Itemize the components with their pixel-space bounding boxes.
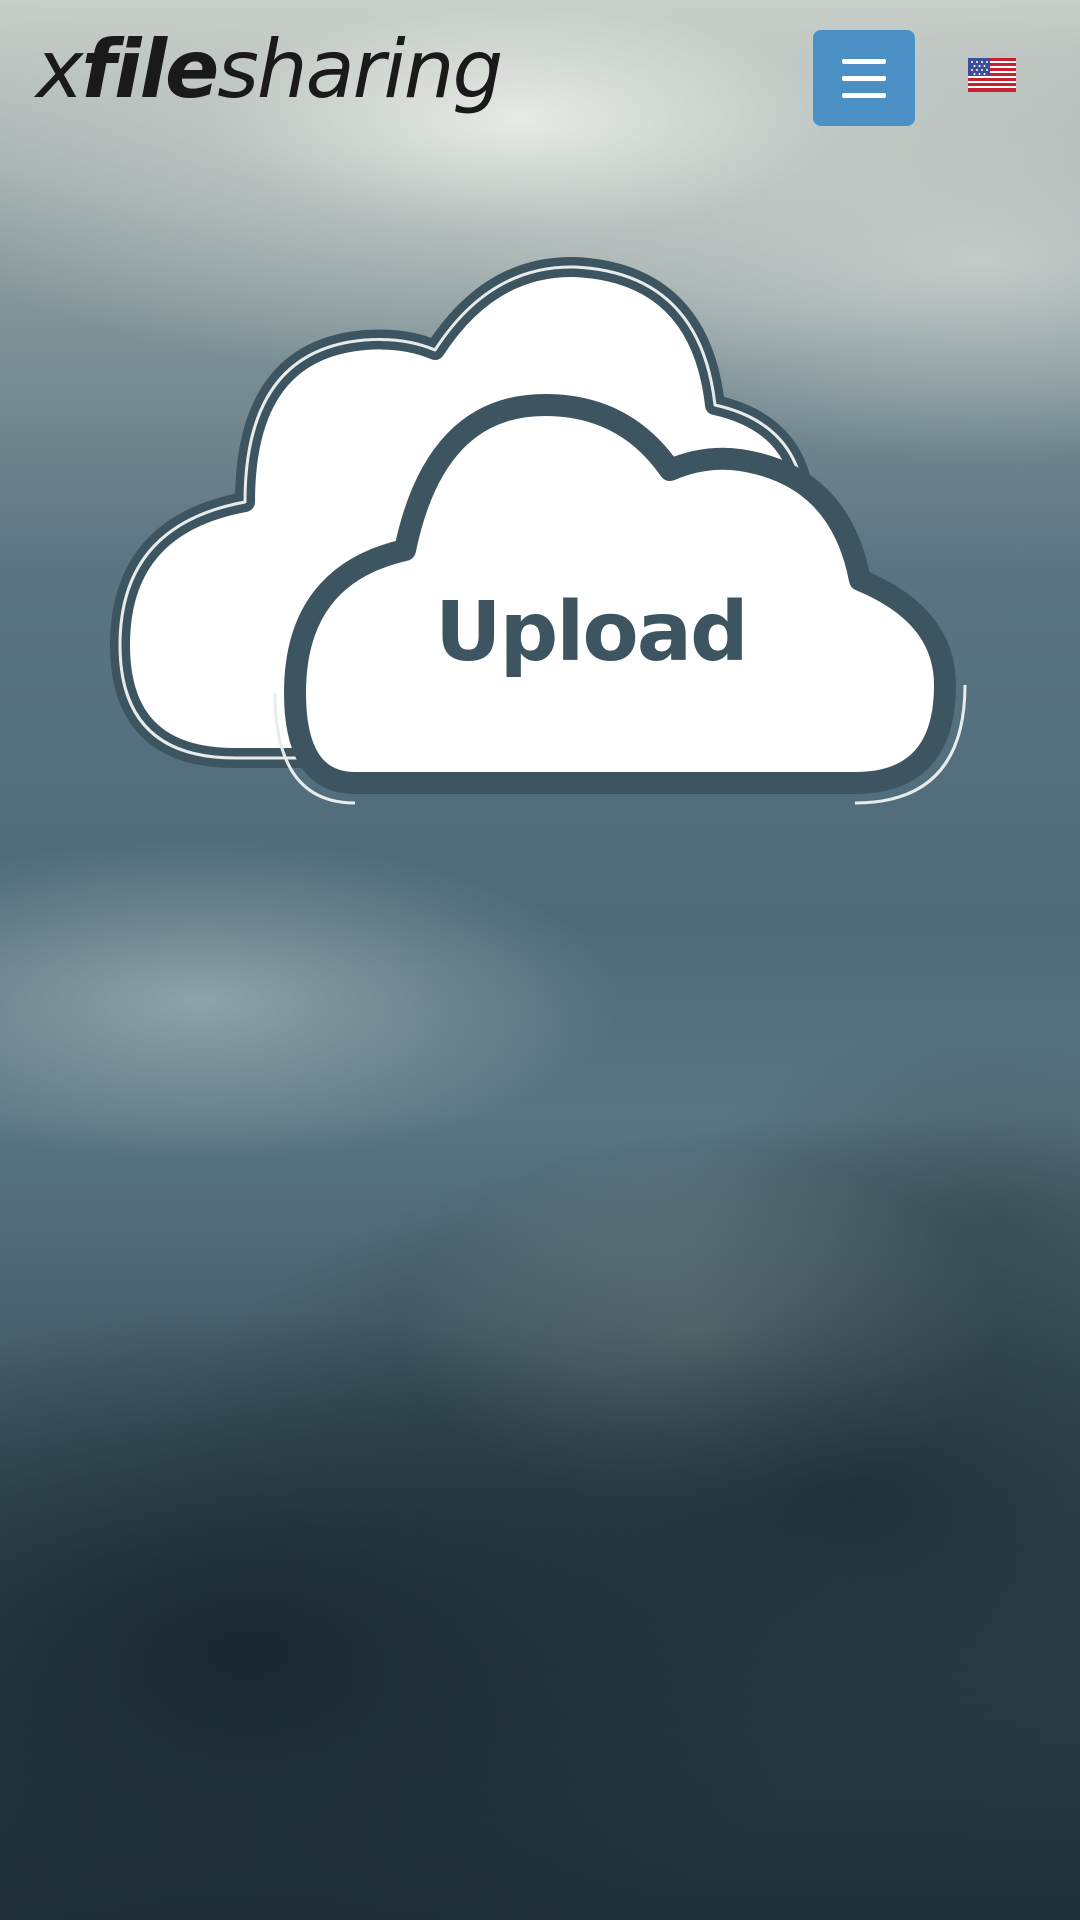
upload-button[interactable]: Upload (105, 255, 985, 815)
logo-part-file: file (81, 23, 219, 116)
logo-part-x: x (36, 23, 83, 116)
page: xfilesharing Upload (0, 0, 1080, 1920)
menu-button[interactable] (813, 30, 915, 126)
us-flag-icon[interactable] (968, 58, 1016, 92)
upload-cloud-icon (110, 256, 967, 805)
logo-part-sharing: sharing (217, 23, 503, 116)
site-logo[interactable]: xfilesharing (36, 30, 503, 110)
upload-label: Upload (435, 585, 749, 680)
